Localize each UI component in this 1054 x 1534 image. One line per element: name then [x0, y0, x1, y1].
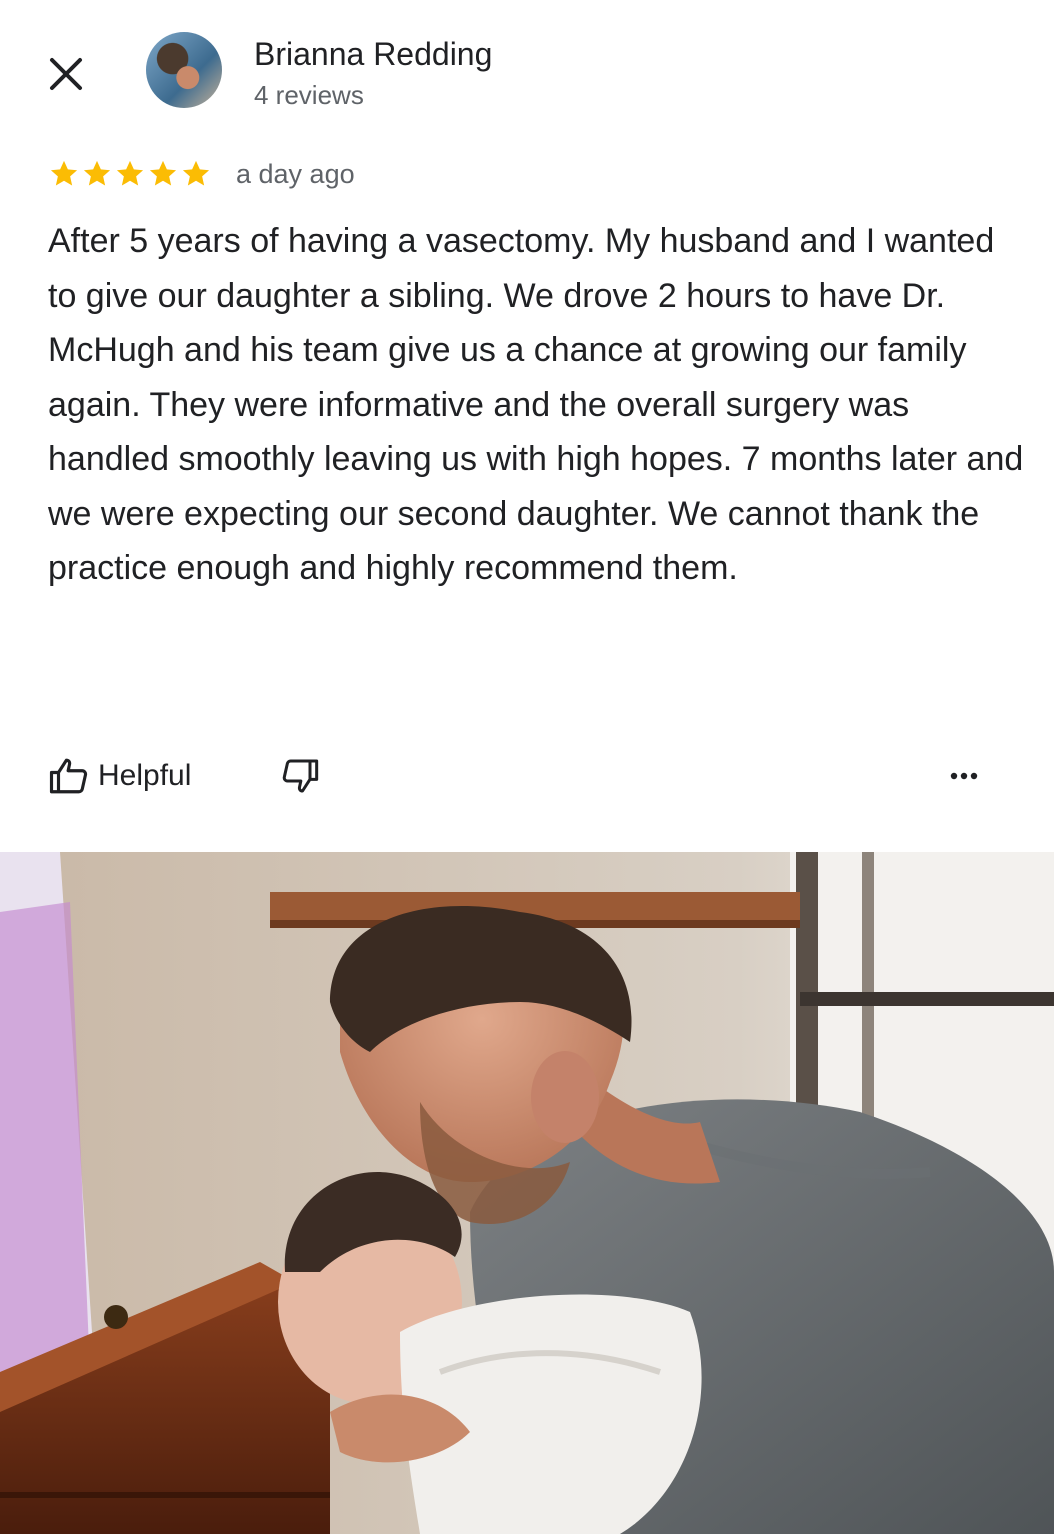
star-icon [116, 160, 144, 186]
thumbs-down-icon[interactable] [280, 756, 320, 796]
star-rating [48, 158, 212, 190]
review-actions: Helpful [48, 752, 1008, 800]
review-text: After 5 years of having a vasectomy. My … [48, 222, 1024, 587]
star-icon [149, 160, 177, 186]
review-time: a day ago [236, 158, 355, 189]
review-header: Brianna Redding 4 reviews [0, 0, 1054, 140]
review-photo[interactable] [0, 852, 1054, 1534]
close-icon[interactable] [44, 52, 88, 96]
reviewer-name[interactable]: Brianna Redding [254, 36, 492, 73]
rating-row: a day ago [48, 154, 355, 194]
helpful-label: Helpful [98, 759, 192, 792]
star-icon [182, 160, 210, 186]
more-horiz-icon[interactable] [944, 760, 984, 792]
star-icon [83, 160, 111, 186]
star-icon [50, 160, 78, 186]
avatar[interactable] [146, 32, 222, 108]
reviewer-review-count[interactable]: 4 reviews [254, 80, 364, 111]
thumbs-up-icon [49, 758, 88, 794]
helpful-button[interactable]: Helpful [48, 752, 191, 800]
